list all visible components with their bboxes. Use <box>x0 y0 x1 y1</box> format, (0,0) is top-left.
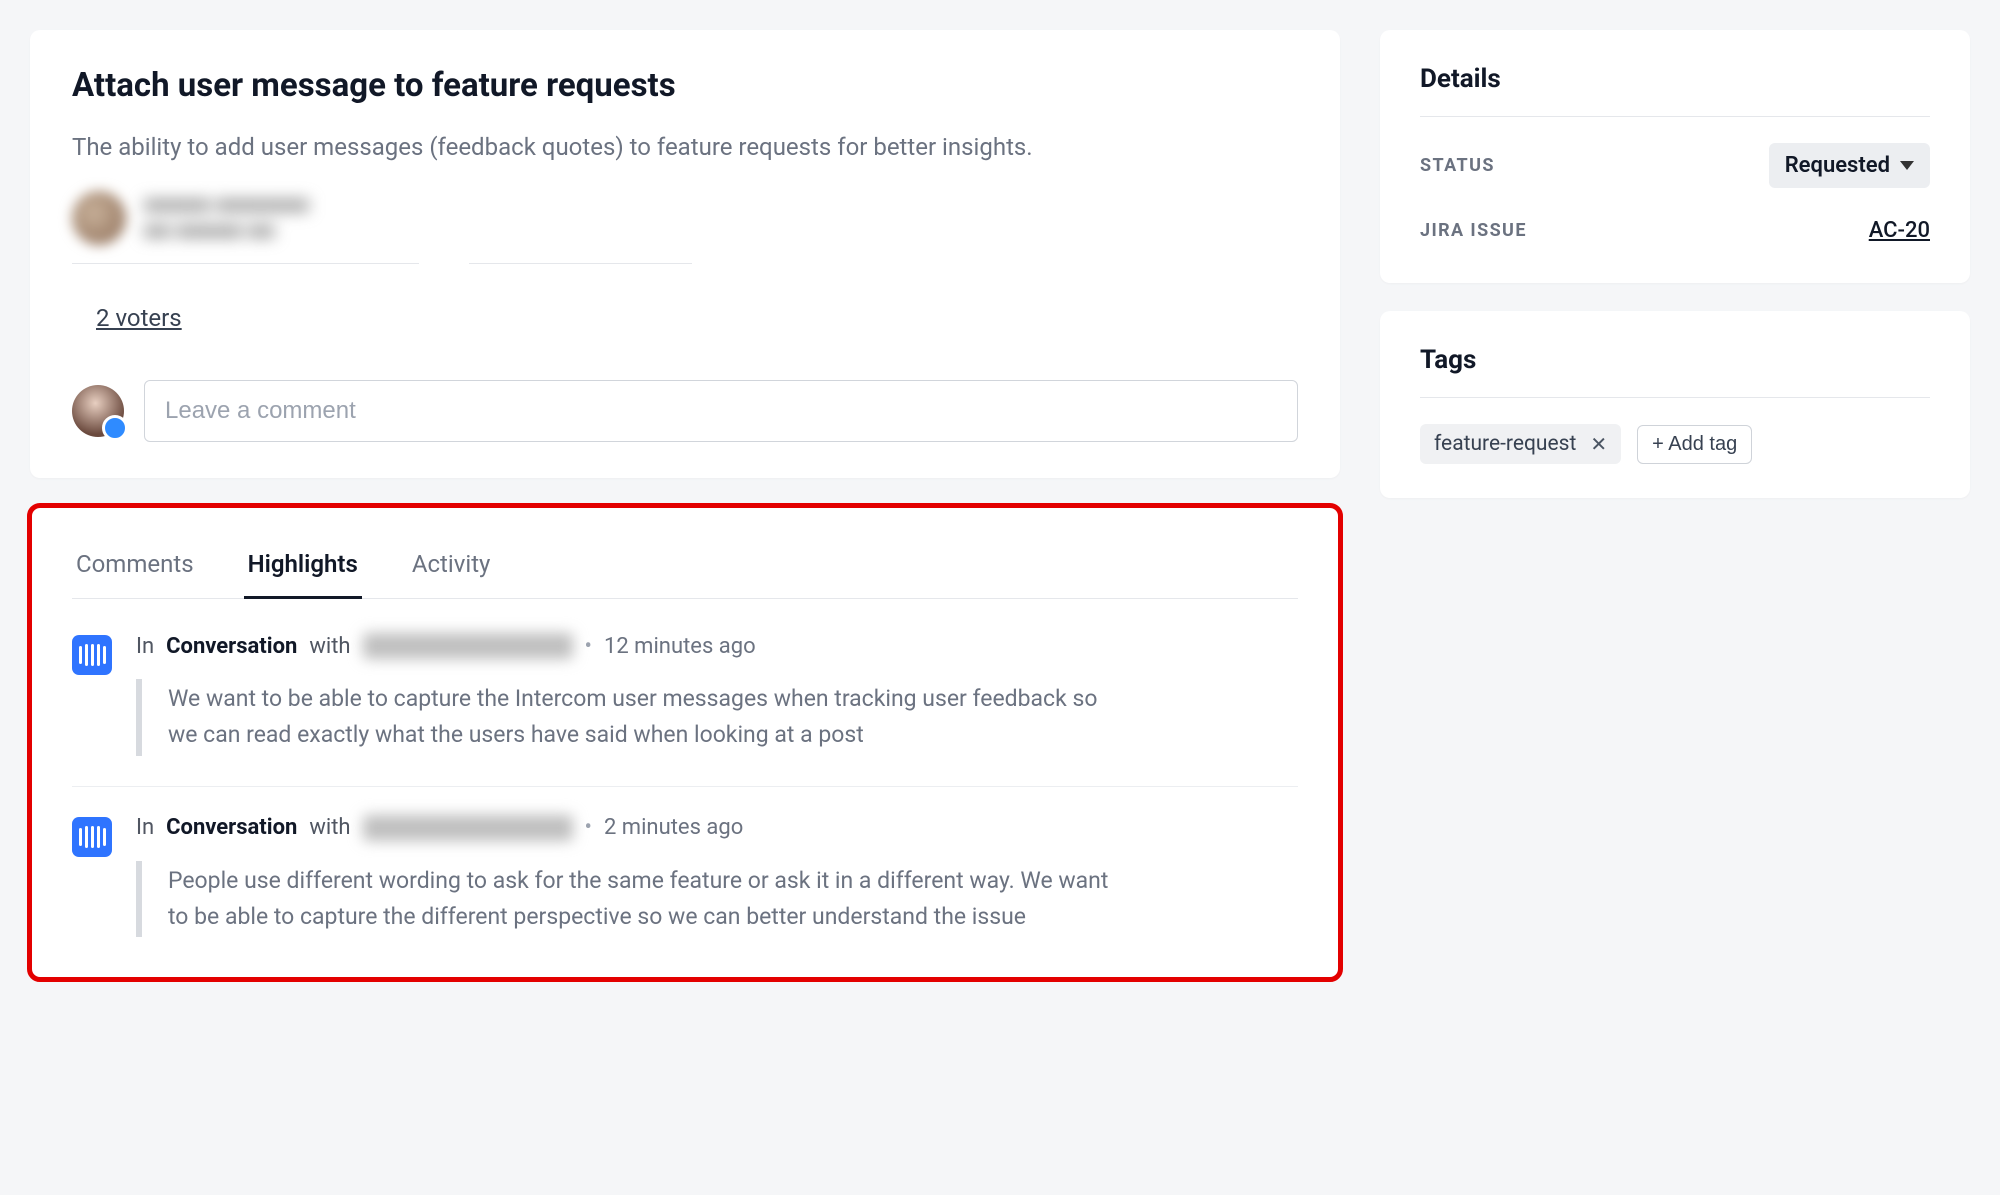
tags-panel: Tags feature-request ✕ + Add tag <box>1380 311 1970 498</box>
details-title: Details <box>1420 64 1930 117</box>
highlight-source: Conversation <box>166 634 297 659</box>
current-user-avatar <box>72 385 124 437</box>
highlight-timestamp: 12 minutes ago <box>604 634 756 659</box>
jira-label: JIRA ISSUE <box>1420 220 1527 241</box>
highlight-item: In Conversation with • 12 minutes ago We… <box>72 633 1298 787</box>
separator-dot: • <box>585 634 592 659</box>
divider <box>72 263 692 264</box>
tag-chip: feature-request ✕ <box>1420 424 1621 464</box>
highlight-with: with <box>309 815 350 840</box>
add-tag-button[interactable]: + Add tag <box>1637 425 1752 464</box>
chevron-down-icon <box>1900 161 1914 170</box>
comment-composer <box>72 380 1298 442</box>
intercom-icon <box>72 817 112 857</box>
author-avatar <box>72 191 126 245</box>
intercom-icon <box>72 635 112 675</box>
tags-title: Tags <box>1420 345 1930 398</box>
post-author-row: ■■■■■ ■■■■■■■■■ ■■■■■ ■■ <box>72 191 1298 245</box>
voters-link[interactable]: 2 voters <box>96 304 182 332</box>
status-label: STATUS <box>1420 155 1495 176</box>
highlight-timestamp: 2 minutes ago <box>604 815 743 840</box>
tab-highlights[interactable]: Highlights <box>244 542 362 599</box>
highlight-quote: We want to be able to capture the Interc… <box>136 679 1116 756</box>
highlight-header: In Conversation with • 12 minutes ago <box>136 633 1298 659</box>
tab-activity[interactable]: Activity <box>408 542 495 599</box>
status-value: Requested <box>1785 153 1890 178</box>
details-panel: Details STATUS Requested JIRA ISSUE AC-2… <box>1380 30 1970 283</box>
highlight-user-blurred <box>363 633 573 659</box>
tab-comments[interactable]: Comments <box>72 542 198 599</box>
highlight-user-blurred <box>363 815 573 841</box>
jira-issue-link[interactable]: AC-20 <box>1869 218 1930 243</box>
post-description: The ability to add user messages (feedba… <box>72 133 1298 161</box>
tag-label: feature-request <box>1434 432 1576 456</box>
status-dropdown[interactable]: Requested <box>1769 143 1930 188</box>
highlight-prefix: In <box>136 634 154 659</box>
post-title: Attach user message to feature requests <box>72 66 1298 105</box>
highlight-prefix: In <box>136 815 154 840</box>
highlight-source: Conversation <box>166 815 297 840</box>
separator-dot: • <box>585 815 592 840</box>
highlight-item: In Conversation with • 2 minutes ago Peo… <box>72 815 1298 944</box>
highlight-quote: People use different wording to ask for … <box>136 861 1116 938</box>
highlight-with: with <box>309 634 350 659</box>
remove-tag-icon[interactable]: ✕ <box>1590 432 1607 456</box>
tabs-bar: Comments Highlights Activity <box>72 542 1298 599</box>
post-card: Attach user message to feature requests … <box>30 30 1340 478</box>
highlight-header: In Conversation with • 2 minutes ago <box>136 815 1298 841</box>
activity-panel: Comments Highlights Activity In Conversa… <box>30 506 1340 979</box>
comment-input[interactable] <box>144 380 1298 442</box>
author-name-blurred: ■■■■■ ■■■■■■■■■ ■■■■■ ■■ <box>144 192 309 244</box>
